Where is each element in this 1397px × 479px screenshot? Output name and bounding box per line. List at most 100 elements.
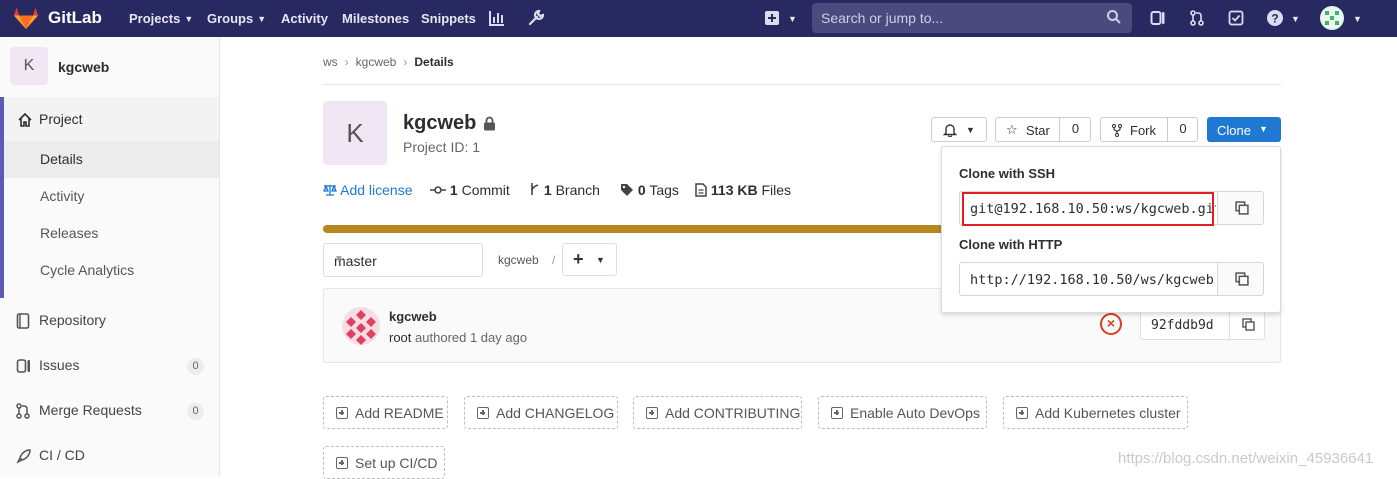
merge-requests-count-badge: 0 xyxy=(187,403,204,420)
sidebar-subitem-details[interactable]: Details xyxy=(0,141,219,178)
commits-link[interactable]: 1 Commit xyxy=(430,182,510,198)
star-icon: ☆ xyxy=(1006,122,1018,137)
branch-select[interactable]: master ▼ xyxy=(323,243,483,277)
copy-http-url-button[interactable] xyxy=(1217,263,1263,295)
project-avatar: K xyxy=(10,47,48,85)
nav-groups[interactable]: Groups ▼ xyxy=(207,11,266,26)
issues-icon xyxy=(16,359,30,373)
sidebar-subitem-cycle-analytics[interactable]: Cycle Analytics xyxy=(0,252,219,298)
sidebar-subitem-activity[interactable]: Activity xyxy=(0,178,219,215)
fork-button[interactable]: Fork 0 xyxy=(1100,117,1198,142)
divider xyxy=(323,84,1281,85)
plus-square-icon xyxy=(831,407,843,419)
branches-link[interactable]: 1 Branch xyxy=(530,182,600,198)
sidebar-item-label: Repository xyxy=(39,312,106,328)
add-kubernetes-cluster-button[interactable]: Add Kubernetes cluster xyxy=(1003,396,1188,429)
todo-icon[interactable] xyxy=(1228,9,1244,27)
nav-milestones[interactable]: Milestones xyxy=(342,11,409,26)
issues-icon[interactable] xyxy=(1150,9,1166,27)
set-up-ci-cd-button[interactable]: Set up CI/CD xyxy=(323,446,445,479)
commit-icon xyxy=(430,186,446,194)
notification-dropdown[interactable]: ▼ xyxy=(931,117,987,142)
identicon-icon xyxy=(342,307,380,345)
wrench-icon[interactable] xyxy=(527,9,545,27)
tag-icon xyxy=(621,184,633,196)
sidebar-item-label: Merge Requests xyxy=(39,402,142,418)
copy-ssh-url-button[interactable] xyxy=(1217,192,1263,224)
breadcrumb: ws › kgcweb › Details xyxy=(323,55,454,69)
files-link[interactable]: 113 KB Files xyxy=(695,182,791,198)
add-file-dropdown[interactable]: + ▼ xyxy=(562,243,617,276)
svg-text:?: ? xyxy=(1271,12,1278,26)
language-bar xyxy=(323,225,943,233)
sidebar-item-ci-cd[interactable]: CI / CD xyxy=(0,438,219,474)
tags-link[interactable]: 0 Tags xyxy=(620,182,679,198)
commit-author-avatar[interactable] xyxy=(342,307,380,345)
lock-icon xyxy=(484,116,495,131)
clone-button[interactable]: Clone ▼ xyxy=(1207,117,1281,142)
search-input[interactable]: Search or jump to... xyxy=(812,3,1132,33)
bell-icon xyxy=(943,124,957,137)
add-contributing-button[interactable]: Add CONTRIBUTING xyxy=(633,396,802,429)
watermark: https://blog.csdn.net/weixin_45936641 xyxy=(1118,450,1374,467)
commit-sha: 92fddb9d xyxy=(1140,310,1265,340)
path-root-link[interactable]: kgcweb xyxy=(498,253,539,267)
star-label: Star xyxy=(1026,123,1050,138)
sidebar-item-issues[interactable]: Issues 0 xyxy=(0,348,219,384)
breadcrumb-link-project[interactable]: kgcweb xyxy=(356,55,397,69)
commit-sha-text[interactable]: 92fddb9d xyxy=(1151,318,1214,333)
plus-square-icon[interactable] xyxy=(764,9,780,27)
chevron-down-icon[interactable]: ▼ xyxy=(1287,11,1300,26)
nav-snippets[interactable]: Snippets xyxy=(421,11,476,26)
enable-auto-devops-button[interactable]: Enable Auto DevOps xyxy=(818,396,987,429)
issues-count-badge: 0 xyxy=(187,358,204,375)
chevron-down-icon: ▼ xyxy=(184,14,194,24)
sidebar-item-repository[interactable]: Repository xyxy=(0,303,219,339)
sidebar-item-project[interactable]: Project xyxy=(0,97,219,141)
sidebar-item-merge-requests[interactable]: Merge Requests 0 xyxy=(0,393,219,429)
chevron-right-icon: › xyxy=(344,55,349,69)
copy-sha-button[interactable] xyxy=(1229,310,1266,340)
add-readme-button[interactable]: Add README xyxy=(323,396,448,429)
star-button[interactable]: ☆ Star 0 xyxy=(995,117,1091,142)
fork-count[interactable]: 0 xyxy=(1167,117,1198,142)
sidebar-item-label: CI / CD xyxy=(39,447,85,463)
sidebar: K kgcweb Project Details Activity Releas… xyxy=(0,37,220,477)
plus-square-icon xyxy=(646,407,658,419)
top-navbar: GitLab Projects ▼ Groups ▼ Activity Milest… xyxy=(0,0,1397,37)
star-count[interactable]: 0 xyxy=(1059,117,1091,142)
merge-request-icon[interactable] xyxy=(1189,9,1205,27)
repo-path: kgcweb / xyxy=(498,253,555,267)
branch-icon xyxy=(531,183,539,195)
sidebar-subitem-releases[interactable]: Releases xyxy=(0,215,219,252)
chevron-down-icon: ▼ xyxy=(966,125,975,135)
breadcrumb-link-ws[interactable]: ws xyxy=(323,55,338,69)
chevron-down-icon[interactable]: ▼ xyxy=(1349,11,1362,26)
home-icon xyxy=(18,112,32,127)
nav-projects[interactable]: Projects ▼ xyxy=(129,11,193,26)
gitlab-logo-icon[interactable] xyxy=(14,7,38,29)
merge-request-icon xyxy=(16,403,30,419)
add-changelog-button[interactable]: Add CHANGELOG xyxy=(464,396,618,429)
sidebar-item-label: Issues xyxy=(39,357,80,373)
fork-icon xyxy=(1112,124,1122,137)
file-icon xyxy=(695,183,707,197)
help-icon[interactable]: ? xyxy=(1266,9,1284,27)
add-license-link[interactable]: Add license xyxy=(323,182,413,198)
nav-activity[interactable]: Activity xyxy=(281,11,328,26)
copy-icon xyxy=(1235,201,1249,215)
user-avatar[interactable] xyxy=(1320,6,1344,30)
plus-square-icon xyxy=(336,457,348,469)
chevron-down-icon[interactable]: ▼ xyxy=(784,11,797,26)
project-title: kgcweb xyxy=(403,112,477,134)
rocket-icon xyxy=(16,449,31,464)
commit-author-link[interactable]: root xyxy=(389,330,411,345)
brand-name[interactable]: GitLab xyxy=(48,8,102,28)
commit-title[interactable]: kgcweb xyxy=(389,309,437,324)
copy-icon xyxy=(1242,318,1255,331)
chart-icon[interactable] xyxy=(488,9,506,27)
http-url-value[interactable]: http://192.168.10.50/ws/kgcweb.git xyxy=(970,272,1216,288)
scale-icon xyxy=(323,184,337,196)
http-url-field[interactable]: http://192.168.10.50/ws/kgcweb.git xyxy=(959,262,1264,296)
pipeline-failed-icon[interactable]: × xyxy=(1100,313,1122,335)
